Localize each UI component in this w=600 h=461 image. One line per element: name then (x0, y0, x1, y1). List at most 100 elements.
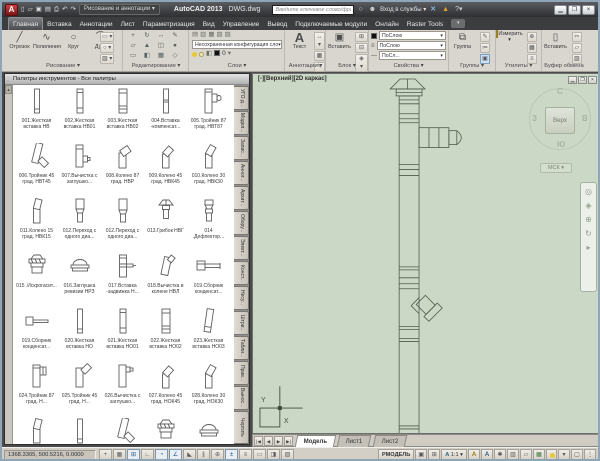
palette-item[interactable]: 027.Колено 45 град. НОК45 (144, 363, 187, 418)
measure-button[interactable]: Измерить ▾ (496, 30, 523, 43)
autodesk360-icon[interactable]: ▲ (440, 4, 451, 15)
rect-tool-icon[interactable]: ▭ ▾ (100, 32, 114, 42)
palette-tab-10[interactable]: Штри... (234, 311, 249, 335)
copy-clip-icon[interactable]: ▱ (572, 43, 582, 53)
palette-item[interactable]: 016.Заглушка ревизии НРЗ (58, 253, 101, 308)
palette-item[interactable]: 006.Тройник 45 град. НВТ45 (15, 143, 58, 198)
annotation-visibility-icon[interactable]: А (468, 449, 480, 460)
viewcube-top-face[interactable]: Верх (545, 107, 575, 134)
palette-item[interactable]: 024.Тройник 87 град. Н... (15, 363, 58, 418)
array-icon[interactable]: ▦ (154, 51, 168, 61)
stretch-icon[interactable]: ▭ (126, 51, 140, 61)
search-icon[interactable]: ○ (356, 4, 364, 15)
insert-block-button[interactable]: ▣ Вставить (326, 30, 353, 50)
palette-item[interactable]: 020.Жесткая вставка НО (58, 308, 101, 363)
palette-item[interactable]: 028.Колено 30 град. НОК30 (187, 363, 230, 418)
palette-item[interactable]: 023.Жесткая вставка НО03 (187, 308, 230, 363)
selection-cycling-toggle[interactable]: ▧ (281, 449, 294, 460)
dynamic-input-toggle[interactable]: ± (225, 449, 238, 460)
snap-mode-toggle[interactable]: ▦ (113, 449, 126, 460)
save-as-icon[interactable]: ▤ (44, 4, 52, 15)
workspace-switcher[interactable]: Рисование и аннотации ▾ (79, 4, 160, 15)
fillet-icon[interactable]: ◫ (154, 41, 168, 51)
scroll-up-arrow[interactable]: ▲ (5, 85, 12, 94)
showmotion-icon[interactable]: ▸ (586, 243, 590, 253)
grid-display-toggle[interactable]: ⊞ (127, 449, 140, 460)
palette-item[interactable]: 004.Вставка -компенсат... (144, 88, 187, 143)
layout-next-button[interactable]: ▶ (274, 436, 283, 446)
panel-annotation-label[interactable]: Аннотации ▾ (286, 62, 325, 71)
group-button[interactable]: ⧉ Группа (449, 30, 476, 50)
palette-tab-14[interactable]: Чертить (234, 411, 249, 444)
model-icon[interactable]: ▣ (415, 449, 427, 460)
drawing-viewport[interactable]: [-][Верхний][2D каркас] ▁ ❐ × (252, 73, 600, 434)
palette-tab-4[interactable]: Аннот... (234, 161, 249, 185)
palette-item[interactable]: 003.Жесткая вставка НВ02 (101, 88, 144, 143)
annotation-autoscale-icon[interactable]: А (481, 449, 493, 460)
palette-tab-12[interactable]: Прив... (234, 361, 249, 385)
palette-item-partial[interactable] (144, 418, 187, 444)
plot-icon[interactable]: ⎙ (53, 4, 60, 15)
offset-icon[interactable]: ◇ (168, 51, 182, 61)
isolate-objects-icon[interactable]: ▱ (520, 449, 532, 460)
layout-prev-button[interactable]: ◀ (264, 436, 273, 446)
model-space-toggle[interactable]: РМОДЕЛЬ (378, 449, 414, 460)
ortho-mode-toggle[interactable]: ∟ (141, 449, 154, 460)
palette-item[interactable]: 008.Колено 87 град. НВР (101, 143, 144, 198)
lightbulb-icon[interactable] (546, 449, 557, 460)
palette-item[interactable]: 005.Тройник 87 град. НВТ87 (187, 88, 230, 143)
viewport-controls-label[interactable]: [-][Верхний][2D каркас] (258, 76, 327, 82)
wcs-dropdown[interactable]: МСК ▾ (540, 163, 572, 173)
ribbon-tab-Лист[interactable]: Лист (117, 18, 139, 30)
palette-scrollbar[interactable]: ▲ (5, 85, 13, 444)
dynamic-ucs-toggle[interactable]: ⊕ (211, 449, 224, 460)
quick-calc-icon[interactable]: ▦ (527, 43, 537, 53)
ribbon-tab-Аннотации[interactable]: Аннотации (76, 18, 117, 30)
doc-close-button[interactable]: × (588, 76, 597, 84)
tool-Круг[interactable]: ○Круг (60, 30, 87, 50)
doc-minimize-button[interactable]: ▁ (568, 76, 577, 84)
panel-modify-label[interactable]: Редактирование ▾ (124, 62, 188, 71)
layer-freeze-icon[interactable]: ▨ (225, 31, 231, 39)
clean-screen-monitor-icon[interactable]: ▦ (533, 449, 545, 460)
erase-icon[interactable]: ✎ (168, 31, 182, 41)
doc-restore-button[interactable]: ❐ (578, 76, 587, 84)
layer-on-icon[interactable] (192, 52, 197, 57)
move-icon[interactable]: + (126, 31, 140, 41)
text-tool-button[interactable]: А Текст (286, 30, 313, 50)
layer-state-combo[interactable]: Несохраненная конфигурация сло▾ (192, 40, 282, 49)
palette-item[interactable]: 012.Переход с одного диа... (101, 198, 144, 253)
palette-item[interactable]: 011.Колено 15 град. НВК15 (15, 198, 58, 253)
tool-palettes-titlebar[interactable]: ⁚ Палитры инструментов - Все палитры (5, 74, 249, 85)
palette-item[interactable]: 002.Жесткая вставка НВ01 (58, 88, 101, 143)
layer-color-swatch[interactable] (214, 50, 220, 56)
paste-button[interactable]: ▯ Вставить (542, 30, 569, 50)
current-layer-name[interactable]: 0 (222, 50, 226, 58)
edit-block-icon[interactable]: ⊟ (355, 43, 368, 53)
palette-item[interactable]: 010.Колено 30 град. НВК30 (187, 143, 230, 198)
palette-item-partial[interactable] (15, 418, 58, 444)
ribbon-tab-Управление[interactable]: Управление (219, 18, 264, 30)
help-search-input[interactable] (272, 5, 354, 15)
layout-first-button[interactable]: |◀ (254, 436, 263, 446)
undo-icon[interactable]: ↶ (61, 4, 68, 15)
palette-tab-9[interactable]: Несу... (234, 286, 249, 310)
orbit-icon[interactable]: ↻ (585, 229, 592, 239)
palette-item[interactable]: 022.Жесткая вставка НО02 (144, 308, 187, 363)
layout-tab-Лист2[interactable]: Лист2 (372, 435, 407, 447)
layer-prev-icon[interactable]: ▦ (208, 31, 214, 39)
ribbon-overflow-button[interactable]: ▾ (451, 19, 465, 28)
panel-block-label[interactable]: Блок ▾ (326, 62, 368, 71)
trim-icon[interactable]: ↔ (154, 31, 168, 41)
lineweight-combo[interactable]: ПоСлою▾ (377, 41, 446, 50)
palette-grip[interactable]: ⁚ (7, 75, 9, 85)
layer-match-icon[interactable]: ▥ (200, 31, 206, 39)
palette-item[interactable]: 001.Жесткая вставка НВ (15, 88, 58, 143)
palette-item[interactable]: 013.Грибок НВГ (144, 198, 187, 253)
panel-properties-label[interactable]: Свойства ▾ (369, 62, 448, 71)
pan-icon[interactable]: ◈ (585, 201, 591, 211)
viewcube[interactable]: С В Ю З Верх (529, 88, 591, 150)
clean-screen-icon[interactable]: ▢ (571, 449, 583, 460)
layout-tab-Модель[interactable]: Модель (295, 435, 337, 447)
app-menu-button[interactable]: A (5, 4, 18, 16)
